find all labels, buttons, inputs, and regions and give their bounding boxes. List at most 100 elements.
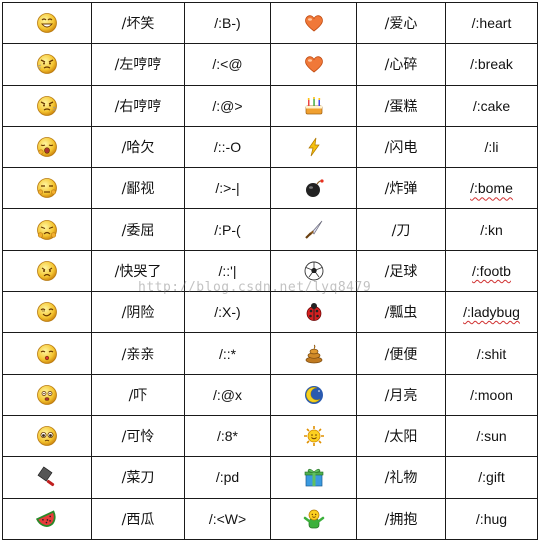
emoji-name-cell: /闪电 — [356, 125, 446, 169]
emoji-icon-cell — [2, 291, 92, 334]
emoji-name-cell: /爱心 — [356, 1, 446, 45]
emoji-name-cell: /左哼哼 — [91, 43, 185, 86]
emoji-icon-cell — [270, 291, 357, 334]
emoji-code-text: /:<@ — [212, 56, 243, 73]
emoji-code-text: /:kn — [480, 221, 503, 238]
table-row: /吓 /:@x/月亮 /:moon — [2, 373, 538, 416]
yawn-face-icon — [36, 137, 58, 157]
emoji-icon-cell — [270, 84, 357, 127]
emoji-code-cell: /:@x — [184, 373, 271, 416]
emoji-code-text: /:sun — [476, 428, 507, 445]
emoji-code-cell: /:@> — [184, 84, 271, 127]
emoji-code-cell: /:li — [445, 125, 538, 169]
emoji-name-cell: /鄙视 — [91, 167, 185, 210]
right-humph-face-icon — [36, 95, 58, 116]
emoji-code-text: /:gift — [478, 469, 505, 486]
emoji-name-cell: /拥抱 — [356, 497, 446, 540]
emoji-icon-cell — [2, 208, 92, 251]
emoji-code-cell: /:cake — [445, 84, 538, 127]
emoji-code-text: /:moon — [470, 386, 513, 403]
emoji-code-cell: /:ladybug — [445, 291, 538, 334]
knife-icon — [303, 220, 325, 239]
emoji-name-cell: /太阳 — [356, 414, 446, 458]
disdain-face-icon — [36, 178, 58, 199]
emoji-code-cell: /::-O — [184, 125, 271, 169]
emoji-code-text: /:B-) — [214, 15, 241, 32]
emoji-name-cell: /月亮 — [356, 373, 446, 416]
emoji-code-cell: /::* — [184, 332, 271, 375]
emoji-name-cell: /亲亲 — [91, 332, 185, 375]
emoji-code-cell: /:<@ — [184, 43, 271, 86]
emoji-name-cell: /瓢虫 — [356, 291, 446, 334]
emoji-code-text: /:shit — [476, 345, 507, 362]
emoji-icon-cell — [270, 125, 357, 169]
emoji-code-text: /::* — [218, 345, 237, 362]
emoji-code-table: /坏笑 /:B-) /爱心 /:heart/左哼哼 /:<@ /心碎 /:break/右哼哼… — [2, 1, 538, 540]
emoji-icon-cell — [270, 208, 357, 251]
emoji-name-cell: /炸弹 — [356, 167, 446, 210]
about-to-cry-face-icon — [36, 261, 58, 281]
emoji-icon-cell — [270, 497, 357, 540]
emoji-name-cell: /快哭了 — [91, 249, 185, 293]
emoji-name-cell: /西瓜 — [91, 497, 185, 540]
emoji-code-text: /:footb — [472, 262, 511, 279]
sly-face-icon — [36, 302, 58, 323]
emoji-code-text: /:@> — [212, 97, 243, 114]
emoji-code-text: /:X-) — [214, 304, 241, 321]
emoji-name-cell: /心碎 — [356, 43, 446, 86]
emoji-name-cell: /右哼哼 — [91, 84, 185, 127]
lightning-icon — [303, 137, 325, 157]
emoji-code-cell: /:X-) — [184, 291, 271, 334]
emoji-code-cell: /:hug — [445, 497, 538, 540]
emoji-icon-cell — [2, 456, 92, 499]
emoji-code-cell: /:B-) — [184, 1, 271, 45]
bomb-icon — [303, 179, 325, 198]
gift-icon — [303, 468, 325, 487]
table-row: /菜刀 /:pd/礼物 /:gift — [2, 456, 538, 499]
emoji-name-cell: /委屈 — [91, 208, 185, 251]
table-row: /亲亲 /::* /便便 /:shit — [2, 332, 538, 375]
emoji-icon-cell — [2, 332, 92, 375]
emoji-code-cell: /:8* — [184, 414, 271, 458]
emoji-icon-cell — [2, 497, 92, 540]
emoji-code-text: /::'| — [218, 262, 237, 279]
table-row: /西瓜 /:<W> /拥抱 /:hug — [2, 497, 538, 540]
wronged-face-icon — [36, 219, 58, 240]
emoji-name-cell: /蛋糕 — [356, 84, 446, 127]
emoji-icon-cell — [270, 43, 357, 86]
emoji-code-cell: /:bome — [445, 167, 538, 210]
emoji-icon-cell — [270, 332, 357, 375]
emoji-name-cell: /可怜 — [91, 414, 185, 458]
emoji-code-text: /:break — [470, 56, 513, 73]
table-row: /委屈 /:P-(/刀 /:kn — [2, 208, 538, 251]
watermelon-icon — [36, 509, 58, 527]
emoji-code-text: /:hug — [475, 510, 508, 527]
left-humph-face-icon — [36, 54, 58, 75]
emoji-icon-cell — [2, 414, 92, 458]
emoji-icon-cell — [2, 249, 92, 293]
emoji-code-text: /:P-( — [214, 221, 241, 238]
table-row: /右哼哼 /:@> /蛋糕 /:cake — [2, 84, 538, 127]
ladybug-icon — [303, 303, 325, 322]
emoji-icon-cell — [2, 1, 92, 45]
kiss-face-icon — [36, 343, 58, 364]
sun-icon — [303, 426, 325, 447]
table-row: /阴险 /:X-) /瓢虫 /:ladybug — [2, 291, 538, 334]
table-row: /可怜 /:8* /太阳 /:sun — [2, 414, 538, 458]
emoji-code-cell: /:gift — [445, 456, 538, 499]
table-row: /鄙视 /:>-| /炸弹 /:bome — [2, 167, 538, 210]
smirk-face-icon — [36, 13, 58, 34]
emoji-code-text: /:bome — [470, 180, 513, 197]
emoji-code-cell: /:break — [445, 43, 538, 86]
emoji-code-text: /:pd — [215, 469, 240, 486]
emoji-name-cell: /阴险 — [91, 291, 185, 334]
emoji-icon-cell — [270, 456, 357, 499]
emoji-icon-cell — [2, 43, 92, 86]
emoji-icon-cell — [2, 125, 92, 169]
emoji-code-cell: /:<W> — [184, 497, 271, 540]
emoji-name-cell: /足球 — [356, 249, 446, 293]
emoji-code-text: /::-O — [213, 139, 242, 156]
emoji-name-cell: /吓 — [91, 373, 185, 416]
emoji-name-cell: /便便 — [356, 332, 446, 375]
emoji-name-cell: /哈欠 — [91, 125, 185, 169]
